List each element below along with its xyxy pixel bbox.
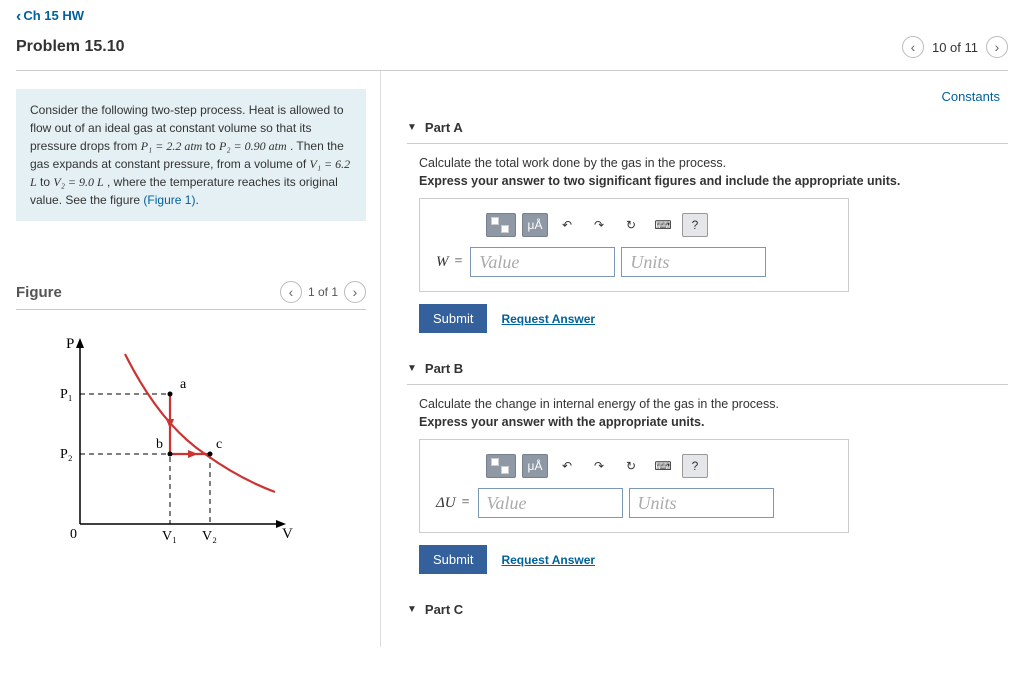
collapse-icon: ▼ (407, 604, 417, 615)
help-icon[interactable]: ? (682, 454, 708, 478)
svg-text:P: P (66, 336, 74, 352)
undo-icon[interactable]: ↶ (554, 213, 580, 237)
value-input[interactable]: Value (478, 488, 623, 518)
figure-heading: Figure (16, 284, 62, 301)
svg-text:0: 0 (70, 527, 77, 542)
svg-text:a: a (180, 377, 187, 392)
units-input[interactable]: Units (629, 488, 774, 518)
collapse-icon: ▼ (407, 363, 417, 374)
redo-icon[interactable]: ↷ (586, 454, 612, 478)
prev-problem-button[interactable]: ‹ (902, 36, 924, 58)
problem-title: Problem 15.10 (16, 38, 125, 56)
svg-text:V₁: V₁ (162, 529, 177, 544)
part-b-instructions: Express your answer with the appropriate… (419, 415, 1008, 429)
request-answer-link[interactable]: Request Answer (501, 312, 595, 326)
value-input[interactable]: Value (470, 247, 615, 277)
help-icon[interactable]: ? (682, 213, 708, 237)
units-input[interactable]: Units (621, 247, 766, 277)
svg-text:V₂: V₂ (202, 529, 217, 544)
svg-text:P₂: P₂ (60, 447, 73, 462)
part-b-label: Part B (425, 361, 463, 376)
figure-link[interactable]: (Figure 1) (143, 193, 195, 207)
template-icon[interactable] (486, 213, 516, 237)
keyboard-icon[interactable]: ⌨ (650, 454, 676, 478)
part-a-label: Part A (425, 120, 463, 135)
request-answer-link[interactable]: Request Answer (501, 553, 595, 567)
keyboard-icon[interactable]: ⌨ (650, 213, 676, 237)
undo-icon[interactable]: ↶ (554, 454, 580, 478)
reset-icon[interactable]: ↻ (618, 454, 644, 478)
template-icon[interactable] (486, 454, 516, 478)
submit-button[interactable]: Submit (419, 304, 487, 333)
part-c-label: Part C (425, 602, 463, 617)
reset-icon[interactable]: ↻ (618, 213, 644, 237)
figure-image: P V 0 a b c P₁ P₂ V₁ (40, 324, 366, 557)
svg-text:V: V (282, 526, 293, 542)
symbol-button[interactable]: μÅ (522, 213, 548, 237)
answer-box-a: μÅ ↶ ↷ ↻ ⌨ ? W = Value Units (419, 198, 849, 292)
submit-button[interactable]: Submit (419, 545, 487, 574)
next-figure-button[interactable]: › (344, 281, 366, 303)
variable-label: ΔU (436, 495, 456, 512)
figure-counter: 1 of 1 (308, 285, 338, 299)
next-problem-button[interactable]: › (986, 36, 1008, 58)
answer-box-b: μÅ ↶ ↷ ↻ ⌨ ? ΔU = Value Units (419, 439, 849, 533)
problem-statement: Consider the following two-step process.… (16, 89, 366, 221)
collapse-icon: ▼ (407, 122, 417, 133)
part-a-header[interactable]: ▼ Part A (407, 114, 1008, 144)
part-b-header[interactable]: ▼ Part B (407, 355, 1008, 385)
symbol-button[interactable]: μÅ (522, 454, 548, 478)
part-a-question: Calculate the total work done by the gas… (419, 156, 1008, 170)
constants-link[interactable]: Constants (407, 85, 1008, 114)
svg-text:P₁: P₁ (60, 387, 73, 402)
problem-nav: ‹ 10 of 11 › (902, 36, 1008, 58)
prev-figure-button[interactable]: ‹ (280, 281, 302, 303)
part-a-instructions: Express your answer to two significant f… (419, 174, 1008, 188)
variable-label: W (436, 254, 449, 271)
redo-icon[interactable]: ↷ (586, 213, 612, 237)
svg-text:c: c (216, 437, 222, 452)
progress-label: 10 of 11 (932, 40, 978, 55)
svg-text:b: b (156, 437, 163, 452)
back-link[interactable]: Ch 15 HW (16, 8, 84, 23)
part-c-header[interactable]: ▼ Part C (407, 596, 1008, 625)
part-b-question: Calculate the change in internal energy … (419, 397, 1008, 411)
